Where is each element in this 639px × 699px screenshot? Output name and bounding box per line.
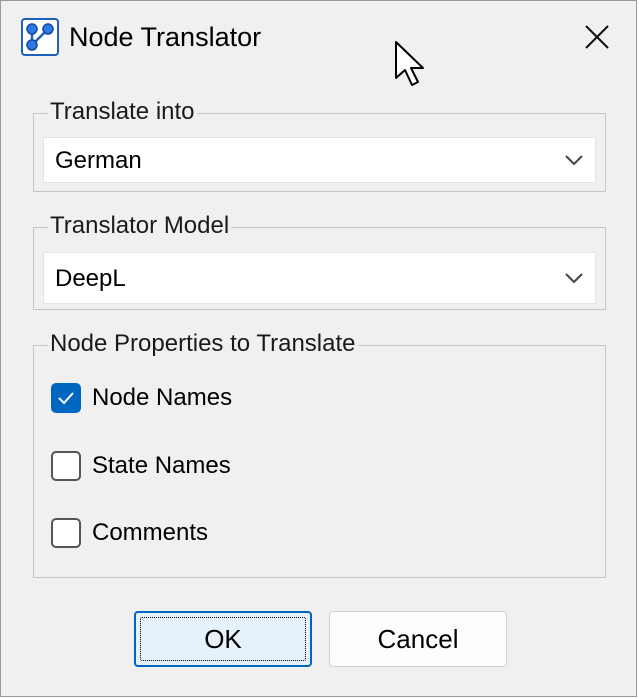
ok-button[interactable]: OK [134, 611, 312, 667]
chevron-down-icon [565, 155, 583, 166]
translator-model-value: DeepL [55, 265, 126, 292]
close-button[interactable] [572, 15, 622, 59]
state-names-label: State Names [92, 452, 231, 479]
node-names-checkbox[interactable] [51, 383, 81, 413]
state-names-option[interactable]: State Names [51, 449, 231, 483]
chevron-down-icon [565, 273, 583, 284]
state-names-checkbox[interactable] [51, 451, 81, 481]
checkmark-icon [58, 392, 74, 405]
title-bar[interactable]: Node Translator [1, 1, 636, 75]
node-names-option[interactable]: Node Names [51, 381, 232, 415]
mouse-cursor-icon [395, 41, 424, 86]
node-properties-legend: Node Properties to Translate [48, 330, 358, 358]
translator-model-legend: Translator Model [48, 212, 232, 240]
node-properties-group: Node Properties to Translate Node Names … [33, 330, 606, 578]
translate-into-group: Translate into German [33, 98, 606, 192]
node-graph-icon [21, 18, 59, 56]
translate-into-legend: Translate into [48, 98, 197, 126]
translator-model-group: Translator Model DeepL [33, 212, 606, 310]
target-language-value: German [55, 147, 142, 174]
cancel-button[interactable]: Cancel [329, 611, 507, 667]
node-translator-dialog: Node Translator Translate into German Tr… [0, 0, 637, 697]
node-names-label: Node Names [92, 384, 233, 411]
window-title: Node Translator [69, 22, 262, 52]
cancel-button-label: Cancel [377, 623, 459, 654]
target-language-select[interactable]: German [43, 137, 596, 183]
comments-option[interactable]: Comments [51, 516, 208, 550]
focus-ring [140, 617, 306, 661]
comments-label: Comments [92, 519, 209, 546]
comments-checkbox[interactable] [51, 518, 81, 548]
close-icon [585, 25, 609, 49]
translator-model-select[interactable]: DeepL [43, 252, 596, 304]
